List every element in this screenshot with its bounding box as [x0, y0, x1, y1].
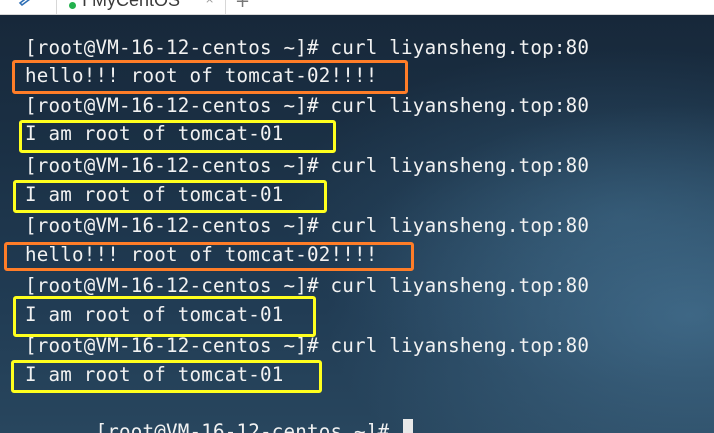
terminal-line: [root@VM-16-12-centos ~]# curl liyanshen…	[25, 154, 590, 177]
terminal-line: hello!!! root of tomcat-02!!!!	[25, 64, 378, 87]
terminal-output[interactable]: [root@VM-16-12-centos ~]# curl liyanshen…	[0, 15, 714, 433]
terminal-line: I am root of tomcat-01	[25, 303, 284, 326]
tab-title: I MyCentOS	[82, 0, 181, 10]
terminal-line: I am root of tomcat-01	[25, 122, 284, 145]
terminal-line: [root@VM-16-12-centos ~]# curl liyanshen…	[25, 94, 590, 117]
connection-status-icon	[69, 2, 76, 9]
terminal-line: [root@VM-16-12-centos ~]# curl liyanshen…	[25, 274, 590, 297]
terminal-line: hello!!! root of tomcat-02!!!!	[25, 243, 378, 266]
close-icon[interactable]: ×	[205, 0, 214, 6]
tab-mycentos[interactable]: I MyCentOS ×	[56, 0, 226, 14]
add-tab-icon[interactable]: +	[235, 0, 250, 11]
terminal-line: I am root of tomcat-01	[25, 363, 284, 386]
terminal-icon[interactable]	[18, 0, 36, 9]
cursor	[403, 419, 414, 433]
terminal-line: [root@VM-16-12-centos ~]# curl liyanshen…	[25, 334, 590, 357]
terminal-window: I MyCentOS × + [root@VM-16-12-centos ~]#…	[0, 0, 714, 433]
terminal-prompt-line: [root@VM-16-12-centos ~]#	[25, 393, 414, 433]
terminal-prompt: [root@VM-16-12-centos ~]#	[95, 420, 402, 433]
terminal-line: [root@VM-16-12-centos ~]# curl liyanshen…	[25, 214, 590, 237]
terminal-line: I am root of tomcat-01	[25, 183, 284, 206]
terminal-line: [root@VM-16-12-centos ~]# curl liyanshen…	[25, 36, 590, 59]
tab-strip: I MyCentOS × +	[0, 0, 714, 15]
